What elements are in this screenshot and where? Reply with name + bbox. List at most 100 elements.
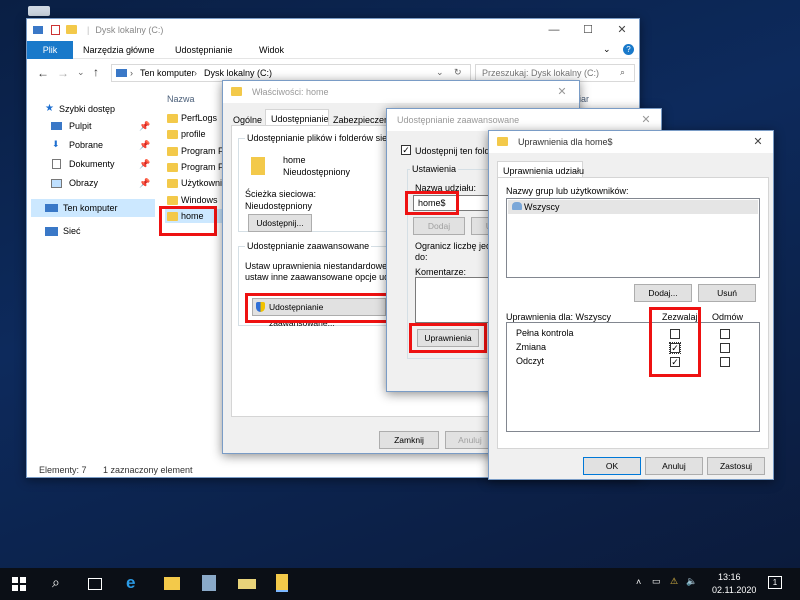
download-icon: ⬇ xyxy=(52,139,60,149)
search-icon[interactable]: ⌕ xyxy=(52,574,60,591)
network-tray-icon[interactable]: ▭ xyxy=(652,576,661,587)
file-name: profile xyxy=(181,129,206,140)
ribbon-collapse-icon[interactable]: ⌄ xyxy=(603,44,611,55)
recycle-bin-icon[interactable] xyxy=(28,6,50,16)
tab-home[interactable]: Narzędzia główne xyxy=(83,45,155,55)
internet-explorer-icon[interactable]: e xyxy=(126,573,135,593)
taskbar: ⌕ e ˄ ▭ ⚠ 🔈 13:16 02.11.2020 1 xyxy=(0,568,800,600)
close-dialog-button[interactable]: Zamknij xyxy=(379,431,439,449)
folder-large-icon xyxy=(251,157,265,175)
search-icon: ⌕ xyxy=(620,67,626,77)
tab-share[interactable]: Udostępnianie xyxy=(175,45,233,55)
nav-item-desktop[interactable]: Pulpit xyxy=(69,121,92,131)
recent-chevron-icon[interactable]: ⌄ xyxy=(77,67,85,78)
windows-start-icon[interactable] xyxy=(12,577,26,591)
comment-label: Komentarze: xyxy=(415,267,467,277)
computer-icon xyxy=(116,69,127,77)
properties-icon[interactable] xyxy=(51,25,60,35)
permissions-titlebar: Uprawnienia dla home$ xyxy=(489,131,773,153)
tray-chevron-icon[interactable]: ˄ xyxy=(636,577,641,587)
pin-icon[interactable]: 📌 xyxy=(139,140,150,151)
groups-label: Nazwy grup lub użytkowników: xyxy=(506,186,629,196)
deny-header: Odmów xyxy=(712,312,744,322)
notification-icon[interactable]: 1 xyxy=(768,576,782,589)
cancel-button[interactable]: Anuluj xyxy=(645,457,703,475)
deny-checkbox[interactable] xyxy=(720,357,730,367)
address-dropdown-icon[interactable]: ⌄ xyxy=(436,67,444,78)
desktop-icon xyxy=(51,122,62,130)
column-header-name[interactable]: Nazwa xyxy=(167,94,195,104)
breadcrumb-this-pc[interactable]: Ten komputer xyxy=(140,68,195,78)
close-button[interactable]: ✕ xyxy=(743,131,773,153)
server-manager-icon[interactable] xyxy=(202,575,216,591)
nav-item-downloads[interactable]: Pobrane xyxy=(69,140,103,150)
highlight-advanced-button xyxy=(245,293,389,323)
pin-icon[interactable]: 📌 xyxy=(139,159,150,170)
permissions-panel: Nazwy grup lub użytkowników: Wszyscy Dod… xyxy=(497,177,769,449)
ribbon: Plik Narzędzia główne Udostępnianie Wido… xyxy=(27,41,639,59)
nav-item-network[interactable]: Sieć xyxy=(63,226,81,236)
add-button[interactable]: Dodaj xyxy=(413,217,465,235)
folder-icon xyxy=(231,86,242,96)
minimize-button[interactable]: — xyxy=(539,19,569,41)
folder-taskbar-icon[interactable] xyxy=(276,574,288,592)
permissions-for-label: Uprawnienia dla: Wszyscy xyxy=(506,312,612,322)
nav-quick-access[interactable]: Szybki dostęp xyxy=(59,104,115,114)
properties-titlebar: Właściwości: home xyxy=(223,81,579,103)
share-button[interactable]: Udostępnij... xyxy=(248,214,312,232)
taskbar-date[interactable]: 02.11.2020 xyxy=(712,585,756,595)
ok-button[interactable]: OK xyxy=(583,457,641,475)
share-folder-checkbox[interactable]: ✓ xyxy=(401,145,411,155)
file-name: Program F xyxy=(181,145,224,156)
file-name: Użytkowni xyxy=(181,178,223,189)
folder-icon xyxy=(167,179,178,189)
close-button[interactable]: ✕ xyxy=(631,109,661,131)
limit-label-2: do: xyxy=(415,252,428,262)
tab-sharing[interactable]: Udostępnianie xyxy=(265,109,329,126)
nav-pane: ★ Szybki dostęp Pulpit 📌 ⬇ Pobrane 📌 Dok… xyxy=(27,89,157,459)
explorer-app-icon xyxy=(33,26,43,34)
tab-general[interactable]: Ogólne xyxy=(233,115,262,125)
warning-tray-icon[interactable]: ⚠ xyxy=(670,576,678,587)
help-icon[interactable]: ? xyxy=(623,44,634,55)
deny-checkbox[interactable] xyxy=(720,343,730,353)
close-button[interactable]: ✕ xyxy=(607,19,637,41)
tab-view[interactable]: Widok xyxy=(259,45,284,55)
file-explorer-taskbar-icon[interactable] xyxy=(164,577,180,590)
folder-icon xyxy=(497,136,508,146)
nav-item-pictures[interactable]: Obrazy xyxy=(69,178,98,188)
breadcrumb-drive[interactable]: Dysk lokalny (C:) xyxy=(204,68,272,78)
add-button[interactable]: Dodaj... xyxy=(634,284,692,302)
volume-tray-icon[interactable]: 🔈 xyxy=(686,576,697,587)
maximize-button[interactable]: ☐ xyxy=(573,19,603,41)
properties-title: Właściwości: home xyxy=(252,87,329,97)
forward-arrow-icon[interactable]: → xyxy=(57,66,69,80)
back-arrow-icon[interactable]: ← xyxy=(37,66,49,80)
users-icon xyxy=(512,202,522,210)
highlight-permissions-button xyxy=(409,323,487,353)
status-selected: 1 zaznaczony element xyxy=(103,465,193,475)
pin-icon[interactable]: 📌 xyxy=(139,178,150,189)
highlight-home xyxy=(159,206,217,236)
nav-item-this-pc-row[interactable]: Ten komputer xyxy=(31,199,155,217)
this-pc-icon xyxy=(45,204,58,212)
nav-item-documents[interactable]: Dokumenty xyxy=(69,159,115,169)
explorer-title: Dysk lokalny (C:) xyxy=(95,25,164,35)
tab-share-permissions[interactable]: Uprawnienia udziału xyxy=(497,161,584,178)
permissions-dialog: Uprawnienia dla home$ ✕ Uprawnienia udzi… xyxy=(488,130,774,480)
task-view-icon[interactable] xyxy=(88,578,102,590)
control-panel-icon[interactable] xyxy=(238,579,256,589)
up-arrow-icon[interactable]: ↑ xyxy=(93,65,99,79)
apply-button[interactable]: Zastosuj xyxy=(707,457,765,475)
permission-row-label: Pełna kontrola xyxy=(516,328,574,338)
deny-checkbox[interactable] xyxy=(720,329,730,339)
pin-icon[interactable]: 📌 xyxy=(139,121,150,132)
remove-button[interactable]: Usuń xyxy=(698,284,756,302)
tab-file[interactable]: Plik xyxy=(27,41,73,59)
close-button[interactable]: ✕ xyxy=(547,81,577,103)
taskbar-time[interactable]: 13:16 xyxy=(718,572,741,582)
refresh-icon[interactable]: ↻ xyxy=(454,67,462,78)
nav-item-this-pc: Ten komputer xyxy=(63,203,118,213)
group-row-everyone[interactable]: Wszyscy xyxy=(508,200,758,214)
folder-icon xyxy=(167,195,178,205)
